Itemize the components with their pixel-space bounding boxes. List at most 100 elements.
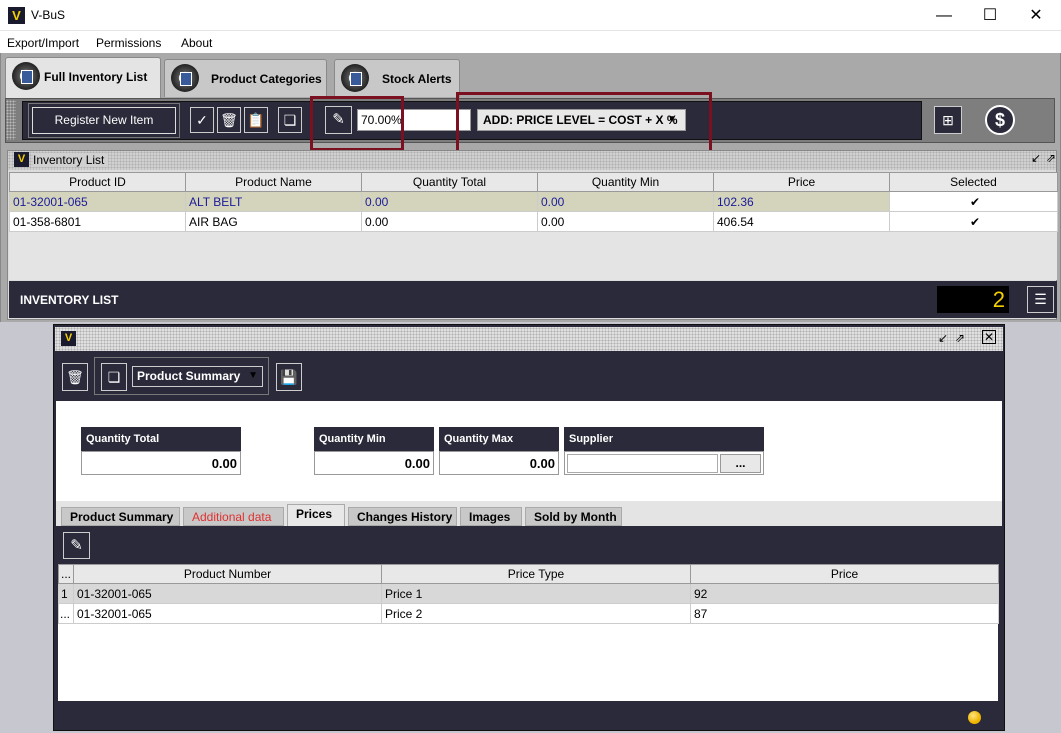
- price-value: 92: [690, 583, 999, 604]
- tab-label: Stock Alerts: [382, 72, 452, 86]
- col-quantity-min[interactable]: Quantity Min: [537, 172, 714, 192]
- product-id: 01-32001-065: [9, 191, 186, 212]
- menu-export-import[interactable]: Export/Import: [7, 36, 79, 50]
- subtab-prices[interactable]: Prices: [287, 504, 345, 526]
- inventory-panel-header[interactable]: [8, 151, 1056, 170]
- register-label: Register New Item: [32, 107, 176, 134]
- minimize-panel-icon[interactable]: ↙: [938, 331, 948, 345]
- quantity-total: 0.00: [361, 211, 538, 232]
- dropdown-arrow-icon: ▼: [248, 370, 258, 381]
- minimize-button[interactable]: —: [921, 0, 967, 31]
- settings-sliders-icon[interactable]: ☰: [1027, 286, 1054, 313]
- row-index: 1: [58, 583, 74, 604]
- quantity-min: 0.00: [537, 191, 714, 212]
- register-new-item-button[interactable]: Register New Item: [28, 103, 180, 138]
- product-number: 01-32001-065: [73, 603, 382, 624]
- close-button[interactable]: ✕: [1013, 0, 1059, 31]
- window-title: V-BuS: [31, 8, 66, 22]
- col-quantity-total[interactable]: Quantity Total: [361, 172, 538, 192]
- price-type: Price 1: [381, 583, 691, 604]
- quantity-min-field[interactable]: 0.00: [314, 451, 434, 475]
- highlight-box: [310, 96, 404, 151]
- tab-label: Full Inventory List: [44, 70, 148, 84]
- price-type: Price 2: [381, 603, 691, 624]
- close-panel-icon[interactable]: ✕: [982, 330, 996, 344]
- supplier-field[interactable]: [567, 454, 718, 473]
- supplier-label: Supplier: [564, 427, 764, 451]
- title-bar: [0, 0, 1061, 31]
- highlight-box: [456, 92, 712, 153]
- subtab-additional-data[interactable]: Additional data: [183, 507, 284, 526]
- inventory-title: Inventory List: [33, 153, 109, 167]
- tab-stock-alerts[interactable]: Stock Alerts: [334, 59, 460, 97]
- supplier-browse-button[interactable]: ...: [720, 454, 761, 473]
- quantity-min: 0.00: [537, 211, 714, 232]
- table-empty-area: [9, 232, 1057, 280]
- panel-logo: V: [14, 152, 29, 167]
- col-row-index[interactable]: ...: [58, 564, 74, 584]
- copy-icon[interactable]: ❏: [278, 107, 302, 133]
- item-count: 2: [937, 286, 1009, 313]
- quantity-max-field[interactable]: 0.00: [439, 451, 559, 475]
- col-product-name[interactable]: Product Name: [185, 172, 362, 192]
- tab-label: Product Categories: [211, 72, 322, 86]
- menu-permissions[interactable]: Permissions: [96, 36, 161, 50]
- document-icon[interactable]: ❏: [101, 363, 127, 391]
- inventory-table: Product ID Product Name Quantity Total Q…: [9, 172, 1058, 232]
- subtab-product-summary[interactable]: Product Summary: [61, 507, 180, 526]
- panel-logo: V: [61, 331, 76, 346]
- price: 406.54: [713, 211, 890, 232]
- inventory-footer-label: INVENTORY LIST: [20, 293, 119, 307]
- view-select[interactable]: Product Summary ▼: [132, 366, 263, 387]
- quantity-max-label: Quantity Max: [439, 427, 559, 451]
- col-selected[interactable]: Selected: [889, 172, 1058, 192]
- tab-full-inventory-list[interactable]: Full Inventory List: [5, 57, 161, 98]
- product-window-header[interactable]: [55, 327, 1003, 351]
- save-icon[interactable]: 💾: [276, 363, 302, 391]
- toolbar-grip[interactable]: [6, 100, 16, 140]
- quantity-total-field[interactable]: 0.00: [81, 451, 241, 475]
- menu-about[interactable]: About: [181, 36, 212, 50]
- row-index: ...: [58, 603, 74, 624]
- selected-checkbox[interactable]: ✔: [889, 211, 1058, 232]
- table-row[interactable]: 01-358-6801 AIR BAG 0.00 0.00 406.54 ✔: [9, 211, 1058, 232]
- alerts-icon: [341, 64, 369, 92]
- quantity-total: 0.00: [361, 191, 538, 212]
- selected-checkbox[interactable]: ✔: [889, 191, 1058, 212]
- table-row[interactable]: 1 01-32001-065 Price 1 92: [58, 583, 999, 604]
- subtab-sold-by-month[interactable]: Sold by Month: [525, 507, 622, 526]
- col-price[interactable]: Price: [690, 564, 999, 584]
- subtab-changes-history[interactable]: Changes History: [348, 507, 457, 526]
- product-number: 01-32001-065: [73, 583, 382, 604]
- col-product-id[interactable]: Product ID: [9, 172, 186, 192]
- clipboard-icon[interactable]: 📋: [244, 107, 268, 133]
- view-select-value: Product Summary: [137, 369, 241, 383]
- col-price-type[interactable]: Price Type: [381, 564, 691, 584]
- maximize-button[interactable]: ☐: [967, 0, 1013, 31]
- price-value: 87: [690, 603, 999, 624]
- app-logo: V: [8, 7, 25, 24]
- subtab-images[interactable]: Images: [460, 507, 522, 526]
- product-name: ALT BELT: [185, 191, 362, 212]
- col-price[interactable]: Price: [713, 172, 890, 192]
- price: 102.36: [713, 191, 890, 212]
- col-product-number[interactable]: Product Number: [73, 564, 382, 584]
- tab-product-categories[interactable]: Product Categories: [164, 59, 327, 97]
- table-row[interactable]: 01-32001-065 ALT BELT 0.00 0.00 102.36 ✔: [9, 191, 1058, 212]
- product-id: 01-358-6801: [9, 211, 186, 232]
- trash-icon[interactable]: 🗑: [62, 363, 88, 391]
- table-row[interactable]: ... 01-32001-065 Price 2 87: [58, 603, 999, 624]
- inventory-icon: [12, 62, 40, 90]
- minimize-panel-icon[interactable]: ↙: [1031, 151, 1041, 165]
- check-icon[interactable]: ✓: [190, 107, 214, 133]
- product-name: AIR BAG: [185, 211, 362, 232]
- maximize-panel-icon[interactable]: ⇗: [955, 331, 965, 345]
- new-window-icon[interactable]: ⊞: [934, 106, 962, 134]
- product-window-footer: [56, 703, 1002, 729]
- maximize-panel-icon[interactable]: ⇗: [1046, 151, 1056, 165]
- inventory-footer: [9, 281, 1057, 318]
- trash-icon[interactable]: 🗑: [217, 107, 241, 133]
- pencil-icon[interactable]: ✎: [63, 532, 90, 559]
- prices-table: ... Product Number Price Type Price 1 01…: [58, 564, 999, 624]
- dollar-icon[interactable]: $: [985, 105, 1015, 135]
